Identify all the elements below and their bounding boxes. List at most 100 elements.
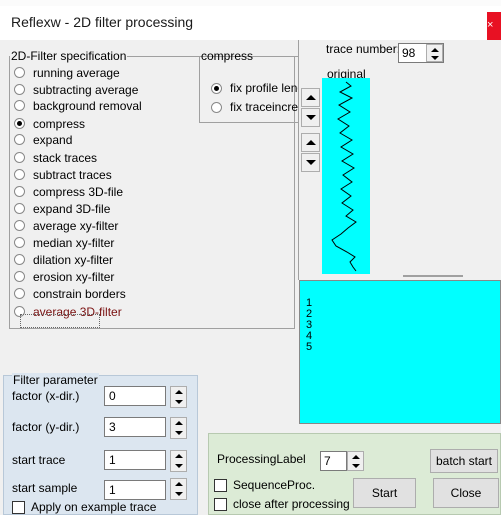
- close-button[interactable]: Close: [433, 478, 499, 508]
- spin-up-icon[interactable]: [171, 418, 186, 428]
- checkbox-icon[interactable]: [214, 478, 227, 492]
- radio-icon: [14, 254, 25, 265]
- panel-divider: [403, 275, 463, 277]
- start-sample-input[interactable]: 1: [104, 480, 166, 500]
- radio-label: background removal: [33, 98, 142, 113]
- scale-up-button[interactable]: [301, 88, 320, 107]
- checkbox-icon[interactable]: [12, 500, 25, 514]
- radio-icon: [14, 186, 25, 197]
- trace-number-label: trace number:: [326, 42, 401, 56]
- radio-icon: [211, 101, 222, 113]
- radio-label: compress: [33, 116, 86, 131]
- radio-icon: [14, 100, 25, 111]
- close-after-processing-checkbox[interactable]: close after processing: [214, 497, 350, 511]
- scale-down-button[interactable]: [301, 108, 320, 127]
- spin-up-icon[interactable]: [171, 451, 186, 461]
- close-window-button[interactable]: ×: [487, 12, 501, 40]
- start-trace-input[interactable]: 1: [104, 450, 166, 470]
- factor-y-input[interactable]: 3: [104, 417, 166, 437]
- radio-label: subtract traces: [33, 167, 112, 182]
- trace-number-spinner[interactable]: [426, 44, 443, 62]
- radio-dilation-xy-filter[interactable]: dilation xy-filter: [14, 251, 113, 268]
- batch-start-button[interactable]: batch start: [430, 449, 498, 473]
- start-trace-spinner[interactable]: [170, 450, 187, 472]
- radio-compress-3d-file[interactable]: compress 3D-file: [14, 183, 123, 200]
- filter-specification-legend: 2D-Filter specification: [11, 49, 127, 63]
- radio-constrain-borders[interactable]: constrain borders: [14, 285, 126, 302]
- title-bar: Reflexw - 2D filter processing ×: [0, 6, 501, 40]
- factor-x-input[interactable]: 0: [104, 386, 166, 406]
- filter-parameter-legend: Filter parameter: [12, 373, 99, 387]
- radio-icon: [14, 118, 25, 129]
- checkbox-icon[interactable]: [214, 497, 227, 511]
- radio-stack-traces[interactable]: stack traces: [14, 149, 97, 166]
- radio-icon: [14, 271, 25, 282]
- spin-up-icon[interactable]: [171, 479, 186, 489]
- spin-down-icon[interactable]: [427, 53, 442, 61]
- factor-y-spinner[interactable]: [170, 417, 187, 439]
- radio-icon: [14, 237, 25, 248]
- focus-rectangle: [20, 314, 100, 328]
- spin-down-icon[interactable]: [171, 489, 186, 499]
- radio-label: compress 3D-file: [33, 184, 124, 199]
- radio-icon: [14, 134, 25, 145]
- close-after-processing-label: close after processing: [233, 497, 350, 511]
- spin-down-icon[interactable]: [171, 397, 186, 407]
- radio-label: constrain borders: [33, 286, 126, 301]
- spin-up-icon[interactable]: [348, 452, 363, 461]
- radio-background-removal[interactable]: background removal: [14, 97, 142, 114]
- radio-label: median xy-filter: [33, 235, 115, 250]
- start-button[interactable]: Start: [353, 478, 416, 508]
- radio-label: expand 3D-file: [33, 201, 111, 216]
- radio-subtracting-average[interactable]: subtracting average: [14, 81, 138, 98]
- radio-compress[interactable]: compress: [14, 115, 85, 132]
- radio-label: subtracting average: [33, 82, 139, 97]
- list-item[interactable]: 5: [306, 342, 312, 353]
- spin-down-icon[interactable]: [171, 428, 186, 438]
- start-sample-label: start sample: [12, 481, 78, 495]
- radio-icon: [14, 67, 25, 78]
- radio-icon: [14, 220, 25, 231]
- window-title: Reflexw - 2D filter processing: [11, 14, 194, 30]
- radio-icon: [14, 203, 25, 214]
- apply-example-trace-checkbox[interactable]: Apply on example trace: [12, 500, 156, 514]
- processing-list[interactable]: 1 2 3 4 5: [299, 280, 501, 424]
- radio-erosion-xy-filter[interactable]: erosion xy-filter: [14, 268, 114, 285]
- radio-icon: [14, 84, 25, 95]
- radio-icon: [14, 169, 25, 180]
- shift-down-button[interactable]: [301, 153, 320, 172]
- sequence-proc-checkbox[interactable]: SequenceProc.: [214, 478, 315, 492]
- compress-legend: compress: [201, 49, 254, 63]
- spin-up-icon[interactable]: [427, 45, 442, 53]
- radio-label: dilation xy-filter: [33, 252, 114, 267]
- shift-up-button[interactable]: [301, 133, 320, 152]
- spin-down-icon[interactable]: [348, 461, 363, 470]
- radio-icon: [211, 82, 222, 94]
- radio-label: stack traces: [33, 150, 98, 165]
- factor-x-spinner[interactable]: [170, 386, 187, 408]
- factor-x-label: factor (x-dir.): [12, 389, 80, 403]
- spin-down-icon[interactable]: [171, 461, 186, 471]
- processing-label-spinner[interactable]: [347, 451, 364, 471]
- radio-label: average xy-filter: [33, 218, 119, 233]
- radio-subtract-traces[interactable]: subtract traces: [14, 166, 112, 183]
- radio-icon: [14, 288, 25, 299]
- radio-label: running average: [33, 65, 120, 80]
- apply-example-trace-label: Apply on example trace: [31, 500, 157, 514]
- radio-label: erosion xy-filter: [33, 269, 115, 284]
- radio-icon: [14, 152, 25, 163]
- radio-expand-3d-file[interactable]: expand 3D-file: [14, 200, 110, 217]
- start-sample-spinner[interactable]: [170, 478, 187, 500]
- processing-label-caption: ProcessingLabel: [217, 452, 306, 466]
- trace-waveform: [331, 81, 357, 272]
- radio-expand[interactable]: expand: [14, 131, 72, 148]
- radio-average-xy-filter[interactable]: average xy-filter: [14, 217, 118, 234]
- factor-y-label: factor (y-dir.): [12, 420, 80, 434]
- processing-label-input[interactable]: 7: [320, 451, 347, 471]
- radio-median-xy-filter[interactable]: median xy-filter: [14, 234, 114, 251]
- radio-label: expand: [33, 132, 73, 147]
- start-trace-label: start trace: [12, 453, 66, 467]
- radio-running-average[interactable]: running average: [14, 64, 120, 81]
- trace-canvas: [322, 78, 370, 274]
- spin-up-icon[interactable]: [171, 387, 186, 397]
